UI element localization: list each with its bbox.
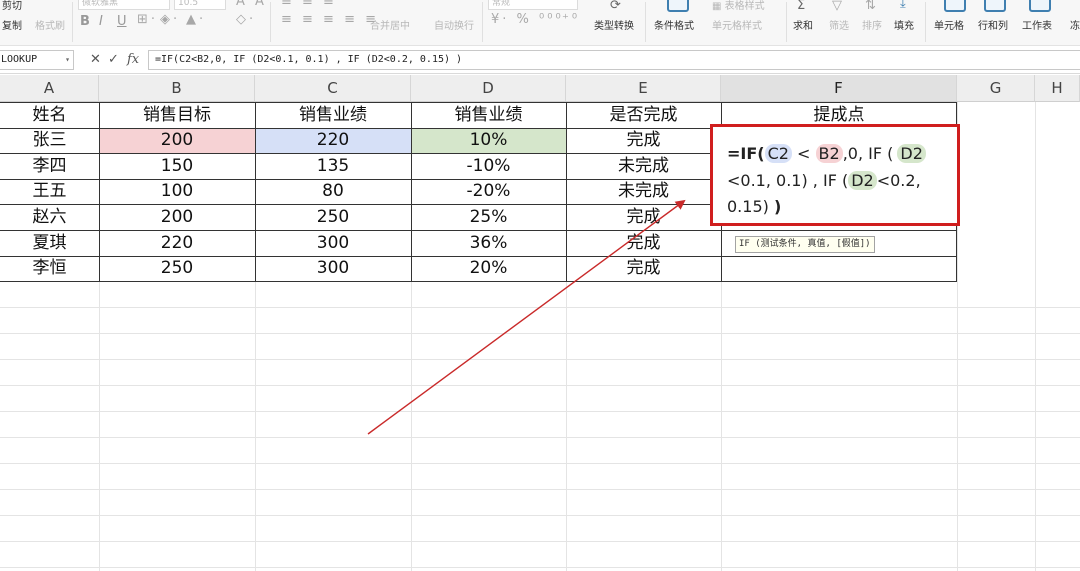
ref-b2-chip[interactable]: B2 [815, 144, 843, 163]
formula-operator: < [791, 144, 816, 163]
formula-close-paren: ) [773, 197, 782, 216]
formula-text: 0.15) [727, 197, 774, 216]
ref-d2-chip[interactable]: D2 [897, 144, 926, 163]
formula-text: <0.2, [876, 171, 921, 190]
formula-line-1: =IF(C2 < B2,0, IF (D2 [727, 144, 926, 163]
formula-if-token: =IF( [727, 144, 765, 163]
formula-text: ,0, IF ( [842, 144, 894, 163]
ref-d2-chip[interactable]: D2 [848, 171, 877, 190]
formula-text: <0.1, 0.1) , IF ( [727, 171, 849, 190]
ref-c2-chip[interactable]: C2 [764, 144, 792, 163]
function-signature-tooltip: IF (测试条件, 真值, [假值]) [735, 236, 875, 253]
annotation-arrow [367, 199, 686, 435]
formula-edit-cell-f2[interactable]: =IF(C2 < B2,0, IF (D2 <0.1, 0.1) , IF (D… [710, 124, 960, 226]
formula-line-2: <0.1, 0.1) , IF (D2 <0.2, [727, 171, 921, 190]
formula-line-3: 0.15) ) [727, 197, 781, 216]
